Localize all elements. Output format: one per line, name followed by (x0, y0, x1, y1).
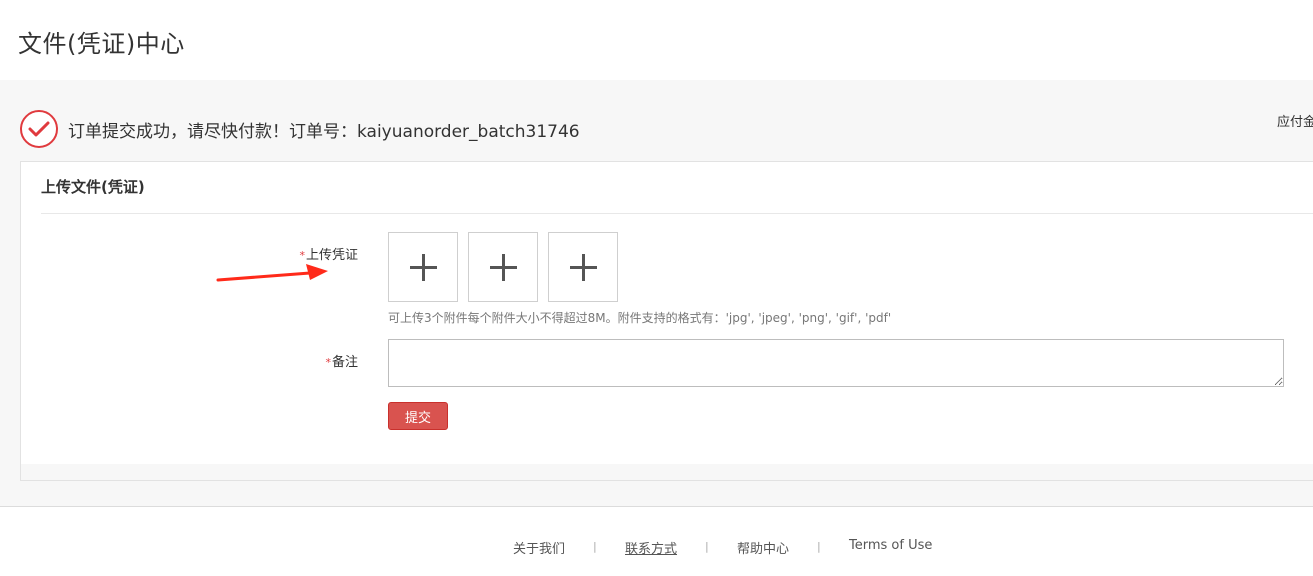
due-amount-label: 应付金 (1277, 115, 1313, 130)
footer-separator: | (705, 540, 709, 553)
footer-link-terms[interactable]: Terms of Use (849, 538, 932, 553)
upload-slot-3[interactable] (548, 232, 618, 302)
card-divider (41, 213, 1313, 214)
submit-button[interactable]: 提交 (388, 402, 448, 430)
order-success-message: 订单提交成功，请尽快付款！订单号：kaiyuanorder_batch31746 (68, 121, 580, 142)
upload-card-title: 上传文件(凭证) (41, 178, 145, 196)
remark-label-text: 备注 (331, 355, 358, 370)
upload-slot-2[interactable] (468, 232, 538, 302)
red-arrow-annotation (216, 264, 328, 282)
required-mark: * (325, 356, 331, 369)
order-success-banner: 订单提交成功，请尽快付款！订单号：kaiyuanorder_batch31746 (20, 110, 580, 148)
upload-hint: 可上传3个附件每个附件大小不得超过8M。附件支持的格式有：'jpg', 'jpe… (388, 311, 892, 325)
footer-link-help[interactable]: 帮助中心 (737, 538, 789, 557)
page-title: 文件(凭证)中心 (18, 30, 185, 58)
footer-links: 关于我们 | 联系方式 | 帮助中心 | Terms of Use (0, 538, 1313, 558)
footer-separator: | (817, 540, 821, 553)
upload-card: 上传文件(凭证) *上传凭证 可上传3个附件每个附件大小不得超过8M。附件支持的… (20, 161, 1313, 481)
footer-link-contact[interactable]: 联系方式 (625, 538, 677, 557)
card-bottom-band (21, 464, 1313, 480)
success-check-icon (20, 110, 58, 148)
footer-link-about[interactable]: 关于我们 (513, 538, 565, 557)
footer-separator: | (593, 540, 597, 553)
upload-slot-1[interactable] (388, 232, 458, 302)
remark-textarea[interactable] (388, 339, 1284, 387)
remark-label: *备注 (238, 351, 358, 370)
